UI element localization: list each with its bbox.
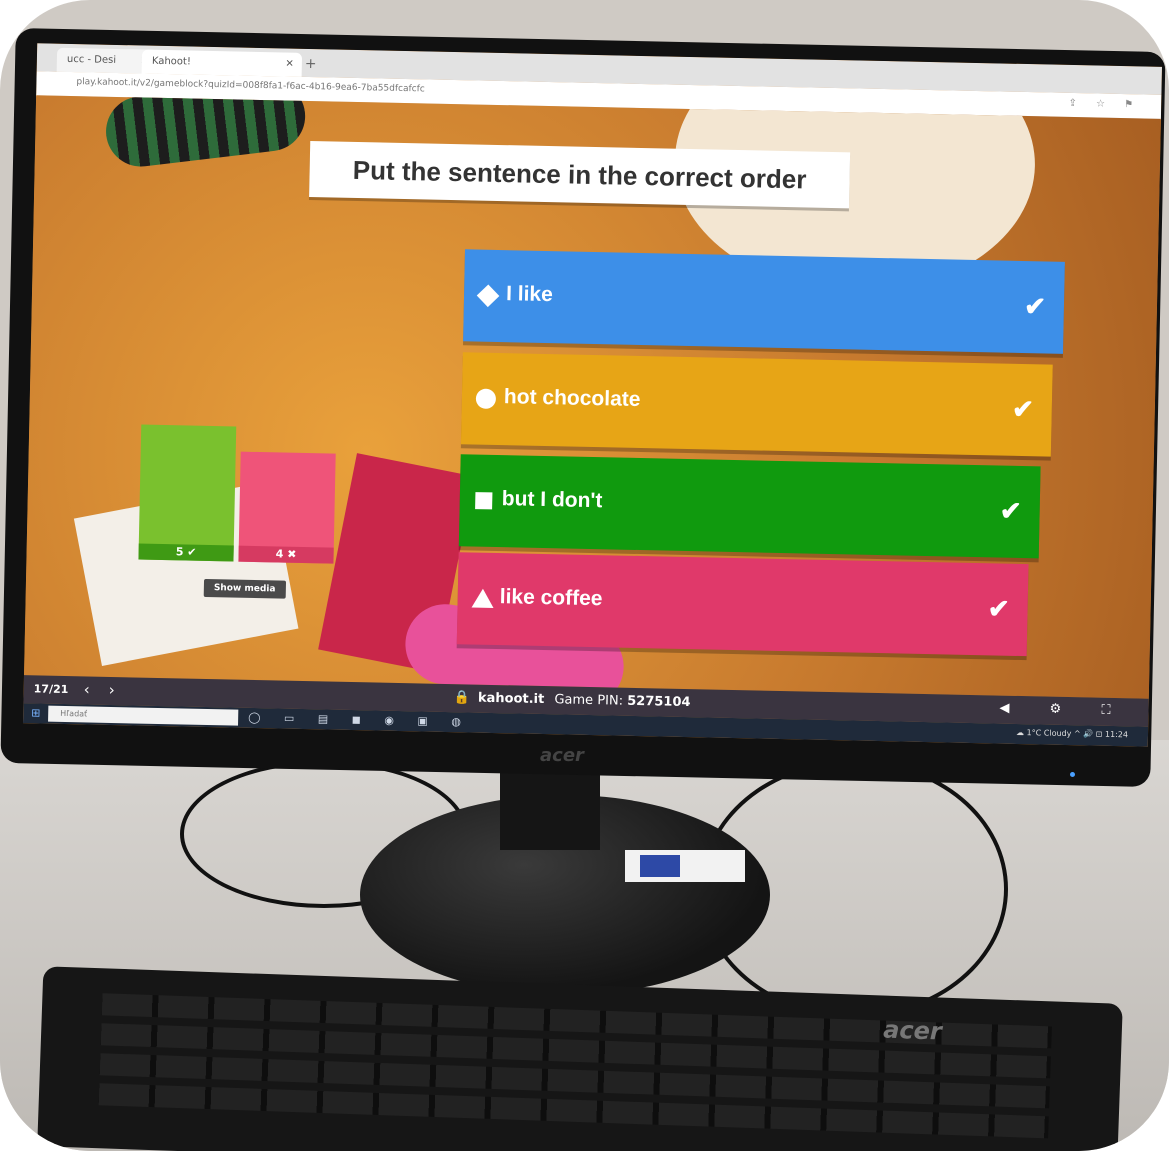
eu-sticker [625, 850, 745, 882]
url-text[interactable]: play.kahoot.it/v2/gameblock?quizId=008f8… [76, 77, 425, 94]
question-title-box: Put the sentence in the correct order [309, 141, 851, 209]
previous-question-button[interactable]: ‹ [84, 680, 90, 698]
power-led-icon [1070, 772, 1075, 777]
answer-label: but I don't [501, 487, 603, 513]
question-title: Put the sentence in the correct order [352, 154, 807, 195]
browser-tab-active[interactable]: Kahoot! ✕ [141, 49, 303, 77]
kahoot-game-area: Put the sentence in the correct order 5 … [24, 95, 1161, 699]
kahoot-url-label: kahoot.it [477, 690, 545, 708]
question-counter: 17/21 [33, 682, 69, 697]
game-controls-icons[interactable]: ◀ ⚙ ⛶ [999, 701, 1128, 719]
checkmark-icon: ✔ [1023, 291, 1047, 322]
checkmark-icon: ✔ [987, 593, 1010, 624]
close-icon[interactable]: ✕ [285, 53, 294, 77]
incorrect-count-label: 4 ✖ [238, 545, 334, 564]
answer-label: hot chocolate [503, 385, 641, 412]
background-decoration [102, 95, 310, 171]
game-pin-value: 5275104 [627, 693, 691, 711]
monitor-screen: ucc - Desi ✕ Kahoot! ✕ + play.kahoot.it/… [23, 43, 1162, 747]
photo-frame: acer ucc - Desi ✕ Kahoot! ✕ + play.kahoo… [0, 0, 1169, 1151]
taskbar-app-icons[interactable]: ◯ ▭ ▤ ◼ ◉ ▣ ◍ [248, 711, 471, 729]
taskbar-search-input[interactable]: Hľadať [48, 705, 239, 726]
lock-icon: 🔒 [453, 690, 470, 706]
next-question-button[interactable]: › [109, 681, 115, 699]
answer-tile-4[interactable]: like coffee ✔ [456, 552, 1029, 657]
monitor-brand-logo: acer [540, 745, 584, 766]
circle-icon [475, 388, 497, 409]
answer-tile-1[interactable]: I like ✔ [463, 249, 1065, 354]
tab-label: Kahoot! [151, 55, 192, 68]
keyboard-brand-logo: acer [882, 1015, 943, 1046]
game-pin-area: 🔒 kahoot.it Game PIN: 5275104 [453, 690, 690, 710]
checkmark-icon: ✔ [999, 495, 1022, 527]
correct-count-label: 5 ✔ [138, 543, 234, 562]
answer-tile-3[interactable]: but I don't ✔ [458, 454, 1041, 559]
incorrect-results-bar: 4 ✖ [238, 451, 336, 564]
windows-start-icon[interactable]: ⊞ [31, 706, 40, 719]
show-media-button[interactable]: Show media [203, 578, 286, 599]
tab-label: ucc - Desi [66, 53, 117, 66]
system-tray[interactable]: ☁ 1°C Cloudy ^ 🔊 ⊡ 11:24 [1016, 728, 1128, 739]
triangle-icon [471, 588, 494, 608]
checkmark-icon: ✔ [1011, 393, 1035, 425]
answer-label: I like [505, 282, 554, 307]
answer-tile-2[interactable]: hot chocolate ✔ [460, 352, 1053, 457]
diamond-icon [476, 284, 500, 308]
monitor-stand-neck [500, 770, 600, 850]
correct-results-bar: 5 ✔ [138, 424, 237, 562]
eu-flag-icon [640, 855, 680, 877]
square-icon [475, 492, 493, 510]
browser-toolbar-icons[interactable]: ⇪ ☆ ⚑ [1068, 98, 1141, 111]
game-pin-label: Game PIN: [554, 692, 624, 709]
new-tab-button[interactable]: + [305, 53, 317, 75]
answer-label: like coffee [499, 585, 603, 611]
